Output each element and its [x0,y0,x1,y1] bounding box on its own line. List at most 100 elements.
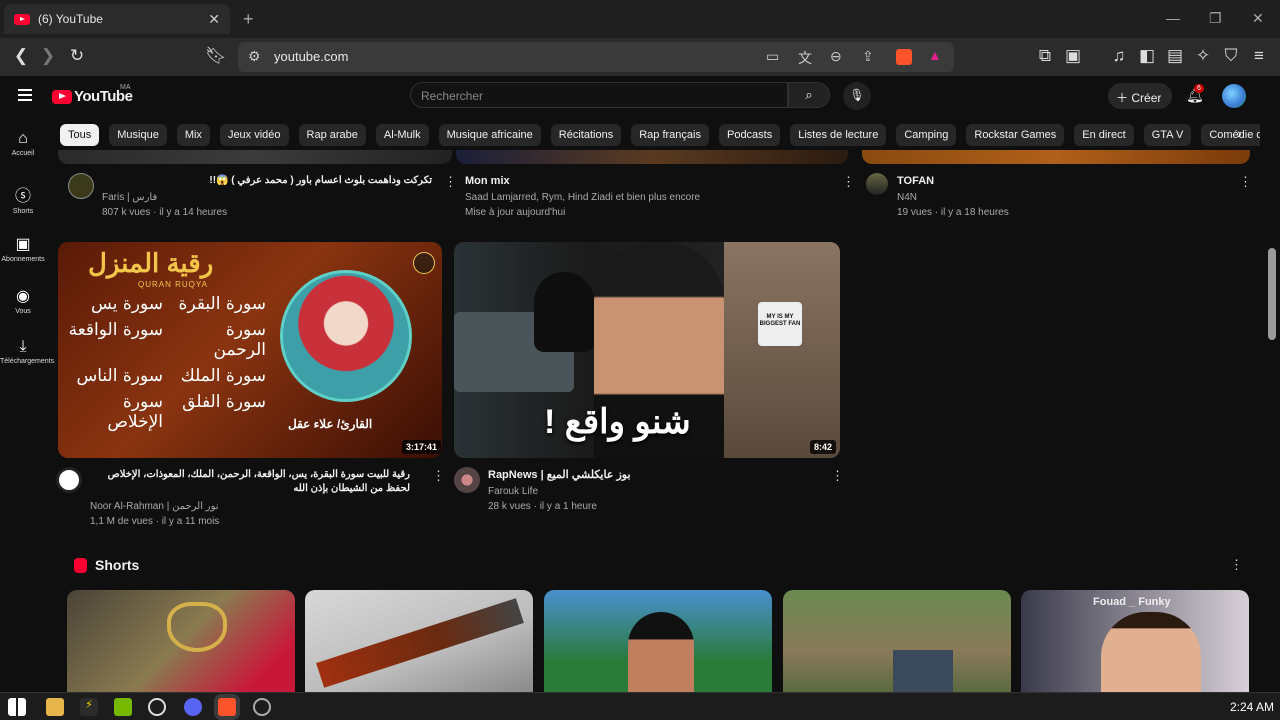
chip[interactable]: Camping [896,124,957,146]
user-avatar[interactable] [1222,84,1246,108]
sidebar-item-downloads[interactable]: ⤓ Téléchargements [0,338,54,365]
video-thumbnail[interactable] [456,150,848,164]
wallet-icon[interactable]: ▤ [1164,46,1186,66]
extensions-icon[interactable]: ⧉ [1034,46,1056,66]
channel-avatar[interactable] [866,173,888,195]
close-window-icon[interactable]: ✕ [1252,10,1264,27]
short-thumbnail[interactable] [305,590,533,692]
sidebar-item-subscriptions[interactable]: ▣ Abonnements [0,234,46,263]
shorts-heading: Shorts [95,557,140,573]
brave-shield-icon[interactable] [896,49,912,65]
chip[interactable]: Musique [109,124,167,146]
video-thumbnail[interactable] [862,150,1250,164]
chip[interactable]: Listes de lecture [790,124,887,146]
new-tab-icon[interactable]: + [243,9,254,30]
video-title[interactable]: تكركت وداهمت بلوث اعسام باور ( محمد عرفي… [102,175,432,186]
channel-name[interactable]: Faris | فارس [102,192,157,203]
video-title[interactable]: رقية للبيت سورة البقرة، يس، الواقعة، الر… [90,468,410,496]
video-thumbnail[interactable] [58,150,452,164]
reload-icon[interactable]: ↻ [66,46,88,66]
app-icon[interactable]: ⚡︎ [80,698,98,716]
sidebar-icon[interactable]: ◧ [1136,46,1158,66]
chip[interactable]: Al-Mulk [375,124,429,146]
chip[interactable]: Podcasts [718,124,781,146]
chip[interactable]: Jeux vidéo [219,124,289,146]
more-options-icon[interactable]: ⋮ [1239,174,1252,190]
video-title[interactable]: TOFAN [897,175,934,187]
chips-next-icon[interactable]: › [1237,125,1242,141]
channel-avatar[interactable] [68,173,94,199]
chip[interactable]: Rap français [631,124,709,146]
restore-icon[interactable]: ❐ [1209,10,1222,27]
video-thumbnail[interactable]: MY IS MY BIGGEST FAN شنو واقع ! 8:42 [454,242,840,458]
search-input[interactable]: Rechercher [410,82,788,108]
short-thumbnail[interactable] [67,590,295,692]
cast-icon[interactable]: ▭ [766,48,779,65]
vpn-shield-icon[interactable]: ⛉ [1220,46,1242,66]
more-options-icon[interactable]: ⋮ [831,468,844,484]
chip[interactable]: Récitations [550,124,622,146]
chip[interactable]: Musique africaine [438,124,541,146]
file-explorer-icon[interactable] [46,698,64,716]
forward-icon[interactable]: ❯ [37,46,59,66]
chip[interactable]: Tous [60,124,100,146]
channel-name[interactable]: Noor Al-Rahman | نور الرحمن [90,501,219,512]
more-options-icon[interactable]: ⋮ [432,468,445,484]
bookmark-icon[interactable]: 🔖︎ [205,46,227,66]
short-thumbnail[interactable] [544,590,772,692]
zoom-icon[interactable]: ⊖ [830,48,842,65]
back-icon[interactable]: ❮ [10,46,32,66]
taskbar-clock[interactable]: 2:24 AM [1230,700,1274,714]
browser-menu-icon[interactable]: ≡ [1248,46,1270,66]
search-button[interactable]: ⌕ [788,82,830,108]
brave-rewards-icon[interactable]: ▲ [928,47,942,63]
chip[interactable]: Rockstar Games [966,124,1065,146]
hamburger-menu-icon[interactable] [18,89,32,104]
sidebar-item-you[interactable]: ◉ Vous [0,286,46,315]
minimize-icon[interactable]: — [1166,10,1180,26]
channel-name[interactable]: Farouk Life [488,486,538,497]
channel-avatar[interactable] [454,467,480,493]
chip[interactable]: En direct [1074,124,1134,146]
chip[interactable]: Comédie d [1201,124,1260,146]
mix-artists: Saad Lamjarred, Rym, Hind Ziadi et bien … [465,192,701,203]
youtube-logo[interactable]: YouTube MA [52,84,133,105]
video-thumbnail[interactable]: رقية المنزل QURAN RUQYA سورة البقرة سورة… [58,242,442,458]
page-scrollbar[interactable] [1268,248,1276,340]
sidebar-item-shorts[interactable]: ⓢ Shorts [0,182,46,215]
windows-start-icon[interactable] [8,698,26,716]
address-bar[interactable]: ⚙︎ youtube.com ▭ 文 ⊖ ⇪ ▲ [238,42,954,72]
nvidia-icon[interactable] [114,698,132,716]
translate-icon[interactable]: 文 [798,48,812,68]
site-settings-icon[interactable]: ⚙︎ [248,48,261,65]
rifle-image [316,598,524,688]
microphone-icon: 🎙︎ [849,88,865,102]
channel-name[interactable]: N4N [897,192,917,203]
shorts-more-options-icon[interactable]: ⋮ [1230,557,1243,573]
discord-icon[interactable] [184,698,202,716]
browser-tab-youtube[interactable]: (6) YouTube ✕ [4,4,230,34]
app-icon[interactable] [253,698,271,716]
download-icon: ⤓ [19,338,27,355]
brave-browser-icon[interactable] [218,698,236,716]
more-options-icon[interactable]: ⋮ [444,174,457,190]
screenshot-icon[interactable]: ▣ [1062,46,1084,66]
video-title[interactable]: RapNews | بوز عايكلشي الميع [488,468,631,481]
chip[interactable]: GTA V [1143,124,1192,146]
sidebar-item-home[interactable]: ⌂ Accueil [0,130,46,157]
leo-ai-icon[interactable]: ✧ [1192,46,1214,66]
close-tab-icon[interactable]: ✕ [208,11,220,28]
channel-logo-icon [413,252,435,274]
app-icon[interactable] [148,698,166,716]
channel-avatar[interactable] [56,467,82,493]
voice-search-button[interactable]: 🎙︎ [843,82,871,110]
share-icon[interactable]: ⇪ [862,48,874,65]
chip[interactable]: Mix [176,124,210,146]
short-thumbnail[interactable] [783,590,1011,692]
video-title[interactable]: Mon mix [465,175,510,187]
media-icon[interactable]: ♫ [1108,46,1130,66]
create-button[interactable]: ＋ Créer [1108,83,1172,109]
chip[interactable]: Rap arabe [298,124,366,146]
short-thumbnail[interactable]: Fouad _ Funky [1021,590,1249,692]
more-options-icon[interactable]: ⋮ [842,174,855,190]
